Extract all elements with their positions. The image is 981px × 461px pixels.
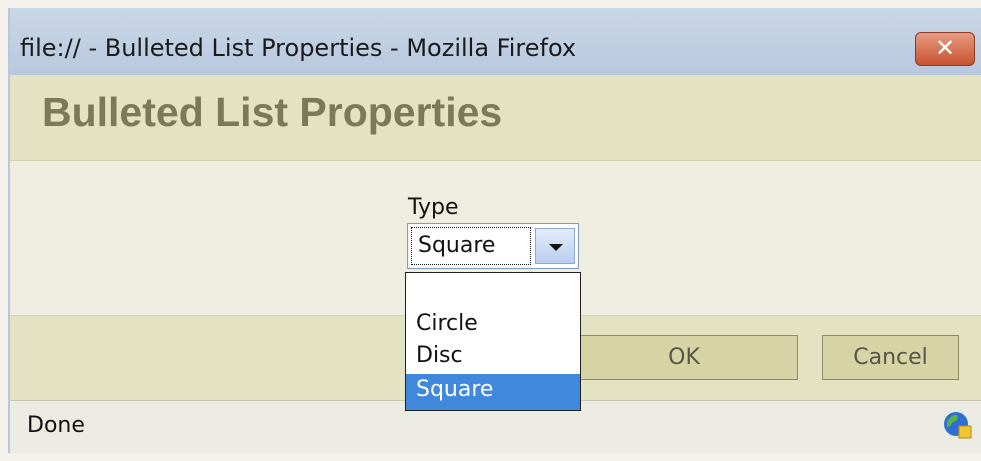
globe-icon (944, 412, 972, 439)
dropdown-option-circle[interactable]: Circle (406, 308, 580, 340)
dialog-header: Bulleted List Properties (10, 75, 981, 161)
type-label: Type (408, 195, 459, 220)
title-bar: file:// - Bulleted List Properties - Moz… (10, 8, 981, 75)
dropdown-option-disc[interactable]: Disc (406, 340, 580, 372)
status-text: Done (27, 413, 85, 438)
type-select[interactable]: Square (407, 223, 579, 269)
close-button[interactable]: ✕ (915, 32, 975, 66)
close-icon: ✕ (934, 34, 956, 62)
chevron-down-icon[interactable] (535, 228, 575, 264)
window-title: file:// - Bulleted List Properties - Moz… (20, 34, 577, 62)
dropdown-option-blank[interactable] (406, 275, 580, 307)
cancel-button[interactable]: Cancel (822, 335, 959, 380)
type-select-value: Square (411, 227, 531, 265)
ok-button[interactable]: OK (570, 335, 798, 380)
type-dropdown-list: Circle Disc Square (405, 272, 581, 411)
dialog-title: Bulleted List Properties (42, 89, 503, 135)
dropdown-option-square[interactable]: Square (406, 374, 580, 410)
screen-background: file:// - Bulleted List Properties - Moz… (0, 0, 981, 461)
